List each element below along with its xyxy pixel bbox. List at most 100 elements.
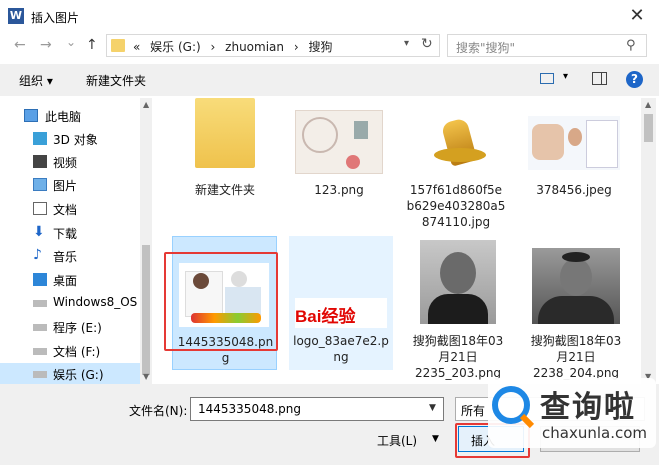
portrait-thumbnail <box>420 240 496 324</box>
refresh-icon[interactable]: ↻ <box>421 36 433 52</box>
gold-figure-thumbnail <box>416 110 498 172</box>
doctor-thumbnail <box>528 116 620 170</box>
drive-icon <box>33 371 47 378</box>
file-item-new-folder[interactable]: 新建文件夹 <box>183 98 267 202</box>
computer-icon <box>24 109 38 122</box>
back-arrow-icon[interactable]: ← <box>14 37 26 53</box>
file-list-scroll-thumb[interactable] <box>644 114 653 142</box>
sidebar-item-music[interactable]: ♪ 音乐 <box>0 245 140 267</box>
folder-icon <box>111 39 125 52</box>
sidebar-item-label: 桌面 <box>53 274 78 288</box>
sidebar-item-drive-g[interactable]: 娱乐 (G:) <box>0 363 140 385</box>
music-icon: ♪ <box>33 247 42 263</box>
change-view-icon[interactable] <box>540 73 554 84</box>
sidebar-item-pictures[interactable]: 图片 <box>0 174 140 196</box>
portrait-thumbnail <box>532 248 620 324</box>
preview-pane-icon[interactable] <box>592 72 607 85</box>
sidebar-item-label: 下载 <box>53 227 78 241</box>
sidebar-item-drive-e[interactable]: 程序 (E:) <box>0 316 140 338</box>
desktop-icon <box>33 273 47 286</box>
breadcrumb-drive[interactable]: 娱乐 (G:) <box>150 40 201 54</box>
logo-text: Bai经验 <box>295 307 356 326</box>
drive-icon <box>33 300 47 307</box>
video-icon <box>33 155 47 168</box>
breadcrumb-zhuomian[interactable]: zhuomian <box>225 40 284 54</box>
file-item-157f61d860f5e[interactable]: 157f61d860f5e b629e403280a5 874110.jpg <box>406 110 506 230</box>
documents-icon <box>33 202 47 215</box>
file-item-123-png[interactable]: 123.png <box>289 110 389 202</box>
sidebar-item-label: 程序 (E:) <box>53 321 102 335</box>
filename-input[interactable]: 1445335048.png ▼ <box>190 397 444 421</box>
new-folder-button[interactable]: 新建文件夹 <box>86 72 146 89</box>
breadcrumb-separator[interactable]: › <box>294 40 299 54</box>
file-name-line: b629e403280a5 <box>406 199 506 213</box>
sidebar-item-drive-f[interactable]: 文档 (F:) <box>0 340 140 362</box>
chevron-down-icon[interactable]: ▼ <box>429 403 436 413</box>
sidebar-item-label: Windows8_OS <box>53 295 138 309</box>
sidebar-item-desktop[interactable]: 桌面 <box>0 269 140 291</box>
recent-dropdown-icon[interactable]: ⌄ <box>66 35 76 49</box>
watermark-logo: 查询啦 chaxunla.com <box>488 378 656 448</box>
download-icon: ⬇ <box>33 224 45 240</box>
scroll-down-icon[interactable]: ▼ <box>143 372 149 381</box>
pictures-icon <box>33 178 47 191</box>
file-item-378456-jpeg[interactable]: 378456.jpeg <box>524 110 624 202</box>
address-bar[interactable]: « 娱乐 (G:) › zhuomian › 搜狗 ▾ ↻ <box>106 34 440 57</box>
drive-icon <box>33 348 47 355</box>
file-name-line: 月21日 <box>438 350 478 364</box>
filename-label: 文件名(N): <box>129 404 188 418</box>
drive-icon <box>33 324 47 331</box>
file-name-line: g <box>221 351 230 365</box>
sidebar-item-documents[interactable]: 文档 <box>0 198 140 220</box>
file-name-line: 月21日 <box>556 350 596 364</box>
sidebar-item-downloads[interactable]: ⬇ 下载 <box>0 222 140 244</box>
sidebar-item-label: 3D 对象 <box>53 133 98 147</box>
command-bar: 组织 ▾ 新建文件夹 ▾ <box>0 64 659 96</box>
file-name-line: logo_83ae7e2.p <box>293 334 389 348</box>
breadcrumb: « 娱乐 (G:) › zhuomian › 搜狗 <box>133 38 339 55</box>
filetype-value: 所有 <box>461 404 486 418</box>
forward-arrow-icon[interactable]: → <box>40 37 52 53</box>
sidebar-item-3d-objects[interactable]: 3D 对象 <box>0 128 140 150</box>
help-icon[interactable]: ? <box>626 71 643 88</box>
file-name-line: 搜狗截图18年03 <box>530 334 622 348</box>
file-name-line: 搜狗截图18年03 <box>412 334 504 348</box>
sidebar-scroll-thumb[interactable] <box>142 245 150 375</box>
breadcrumb-separator[interactable]: › <box>211 40 216 54</box>
baidu-logo-thumbnail: Bai经验 <box>295 298 387 328</box>
sidebar-item-label: 音乐 <box>53 250 78 264</box>
sidebar-item-this-pc[interactable]: 此电脑 <box>0 105 140 127</box>
address-dropdown-icon[interactable]: ▾ <box>404 38 409 49</box>
scroll-up-icon[interactable]: ▲ <box>143 100 149 109</box>
breadcrumb-sogou[interactable]: 搜狗 <box>308 40 332 54</box>
filename-value: 1445335048.png <box>198 402 302 416</box>
file-name: 123.png <box>314 183 364 197</box>
search-icon[interactable]: ⚲ <box>626 38 636 53</box>
3d-objects-icon <box>33 132 47 145</box>
view-dropdown-icon[interactable]: ▾ <box>563 71 568 82</box>
up-arrow-icon[interactable]: ↑ <box>86 37 98 53</box>
file-item-sogou-2235-203[interactable]: 搜狗截图18年03 月21日 2235_203.png <box>406 236 510 380</box>
search-placeholder: 搜索"搜狗" <box>456 41 516 55</box>
sidebar-item-label: 娱乐 (G:) <box>53 368 104 382</box>
sidebar-item-label: 图片 <box>53 179 78 193</box>
sidebar-item-label: 文档 (F:) <box>53 345 101 359</box>
close-icon[interactable]: ✕ <box>622 3 652 29</box>
highlight-box <box>164 252 278 351</box>
word-app-icon: W <box>8 8 24 24</box>
sidebar-item-videos[interactable]: 视频 <box>0 151 140 173</box>
tools-menu-button[interactable]: 工具(L) <box>377 432 417 449</box>
file-item-logo-83ae7e2-png[interactable]: Bai经验 logo_83ae7e2.p ng <box>289 236 393 370</box>
scroll-up-icon[interactable]: ▲ <box>645 100 651 109</box>
tools-dropdown-icon[interactable]: ▼ <box>432 434 439 444</box>
title-bar: W 插入图片 ✕ <box>0 0 659 32</box>
organize-menu-button[interactable]: 组织 ▾ <box>19 72 53 89</box>
breadcrumb-overflow[interactable]: « <box>133 40 140 54</box>
sidebar-item-windows8-os[interactable]: Windows8_OS <box>0 292 140 314</box>
sidebar-item-label: 文档 <box>53 203 78 217</box>
file-item-sogou-2238-204[interactable]: 搜狗截图18年03 月21日 2238_204.png <box>524 236 628 380</box>
file-name-line: ng <box>333 350 349 364</box>
navigation-pane: 此电脑 3D 对象 视频 图片 文档 ⬇ 下载 ♪ 音乐 桌面 Windows8… <box>0 98 152 385</box>
search-box[interactable]: 搜索"搜狗" ⚲ <box>447 34 647 57</box>
sidebar-item-label: 视频 <box>53 156 78 170</box>
